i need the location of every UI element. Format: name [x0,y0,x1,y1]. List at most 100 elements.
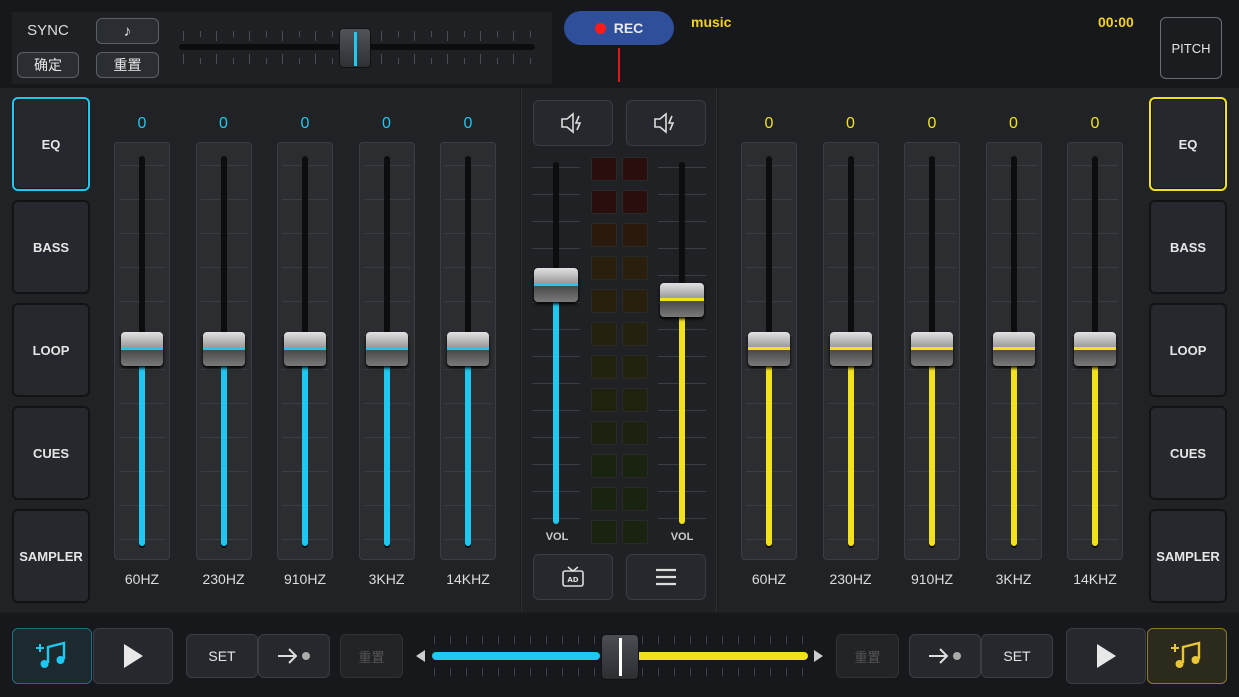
left-eq-60hz-fill [139,350,145,546]
volume-left-fill [553,285,559,524]
playhead-marker [618,48,620,82]
left-eq-230hz-knob[interactable] [202,332,245,366]
right-eq-230hz-value: 0 [846,115,855,132]
tempo-tick [298,31,300,37]
right-eq-14khz-knob[interactable] [1074,332,1116,366]
tempo-slider-handle[interactable] [339,28,371,68]
pitch-button[interactable]: PITCH [1160,17,1222,79]
right-eq-60hz-knob[interactable] [748,332,790,366]
knob-line [121,347,163,350]
svg-text:AD: AD [567,576,578,584]
jump-cue-left-button[interactable] [258,634,330,678]
play-icon [124,644,143,668]
confirm-button[interactable]: 确定 [17,52,79,78]
vu-meter-cell [591,289,617,313]
play-left-button[interactable] [93,628,173,684]
tempo-tick [447,54,448,64]
speaker-right-button[interactable] [626,100,706,146]
music-note-button[interactable]: ♪ [96,18,159,44]
left-sampler-button[interactable]: SAMPLER [12,509,90,603]
jump-cue-right-button[interactable] [909,634,981,678]
volume-left-knob[interactable] [534,268,578,303]
left-eq-label: EQ [41,136,61,152]
right-eq-14khz-value: 0 [1090,115,1100,132]
left-loop-button[interactable]: LOOP [12,303,90,397]
right-sampler-label: SAMPLER [1156,548,1220,564]
vu-meter-cell [591,190,617,214]
reset-cue-right-label: 重置 [854,649,881,665]
reset-cue-left-button[interactable]: 重置 [340,634,403,678]
speaker-left-button[interactable] [533,100,613,146]
crossfader-tick [450,668,451,676]
knob-line [447,347,489,350]
crossfader[interactable] [414,628,826,684]
right-sampler-button[interactable]: SAMPLER [1149,509,1227,603]
knob-line [829,347,872,350]
left-cues-button[interactable]: CUES [12,406,90,500]
music-note-icon: ♪ [123,22,132,40]
tempo-tick [232,58,234,64]
vu-meter-cell [591,421,617,445]
crossfader-right-fill [636,652,808,660]
left-sampler-label: SAMPLER [19,548,83,564]
crossfader-tick [530,636,531,644]
pitch-label: PITCH [1171,40,1211,56]
add-music-left-button[interactable] [12,628,92,684]
crossfader-tick [562,636,563,644]
crossfader-tick [594,668,595,676]
left-eq-910hz-knob[interactable] [284,332,326,366]
tempo-tick [183,54,184,64]
menu-button[interactable] [626,554,706,600]
add-music-right-button[interactable] [1147,628,1227,684]
tempo-tick [183,31,184,41]
play-icon [1097,644,1116,668]
reset-cue-left-label: 重置 [358,649,385,665]
right-eq-230hz-knob[interactable] [829,332,872,366]
right-eq-3khz-knob[interactable] [992,332,1035,366]
rec-label: REC [613,20,644,36]
crossfader-tick [786,668,787,676]
volume-right-knob[interactable] [660,282,704,317]
crossfader-right-arrow-icon [814,650,823,662]
play-right-button[interactable] [1066,628,1146,684]
left-eq-14khz-knob[interactable] [447,332,489,366]
rec-button[interactable]: REC [564,11,674,45]
tempo-tick [496,58,498,64]
right-eq-3khz-value: 0 [1009,115,1018,132]
right-eq-button[interactable]: EQ [1149,97,1227,191]
sync-label[interactable]: SYNC [18,22,78,39]
crossfader-tick [722,668,723,676]
left-eq-60hz-knob[interactable] [121,332,163,366]
right-bass-button[interactable]: BASS [1149,200,1227,294]
right-cues-button[interactable]: CUES [1149,406,1227,500]
left-bass-button[interactable]: BASS [12,200,90,294]
tempo-slider[interactable] [175,26,537,70]
ad-button[interactable]: AD [533,554,613,600]
crossfader-tick [642,636,643,644]
right-loop-button[interactable]: LOOP [1149,303,1227,397]
reset-cue-right-button[interactable]: 重置 [836,634,899,678]
left-eq-button[interactable]: EQ [12,97,90,191]
right-eq-910hz-knob[interactable] [911,332,953,366]
crossfader-tick [658,668,659,676]
arrow-to-cue-icon [278,648,310,664]
tempo-tick [282,31,283,41]
crossfader-tick [642,668,643,676]
reset-tempo-button[interactable]: 重置 [96,52,159,78]
left-eq-3khz-knob[interactable] [365,332,408,366]
crossfader-tick [562,668,563,676]
crossfader-tick [578,668,579,676]
crossfader-left-arrow-icon [416,650,425,662]
volume-right-fill [679,299,685,524]
set-left-button[interactable]: SET [186,634,258,678]
crossfader-tick [466,636,467,644]
right-eq-label: EQ [1178,136,1198,152]
left-bass-label: BASS [32,239,70,255]
crossfader-handle[interactable] [601,634,639,680]
tempo-tick [529,31,531,37]
vu-meter-cell [591,157,617,181]
right-eq-3khz-label: 3KHZ [995,571,1032,587]
right-eq-3khz-fill [1010,350,1017,546]
tempo-tick [397,31,399,37]
set-right-button[interactable]: SET [981,634,1053,678]
